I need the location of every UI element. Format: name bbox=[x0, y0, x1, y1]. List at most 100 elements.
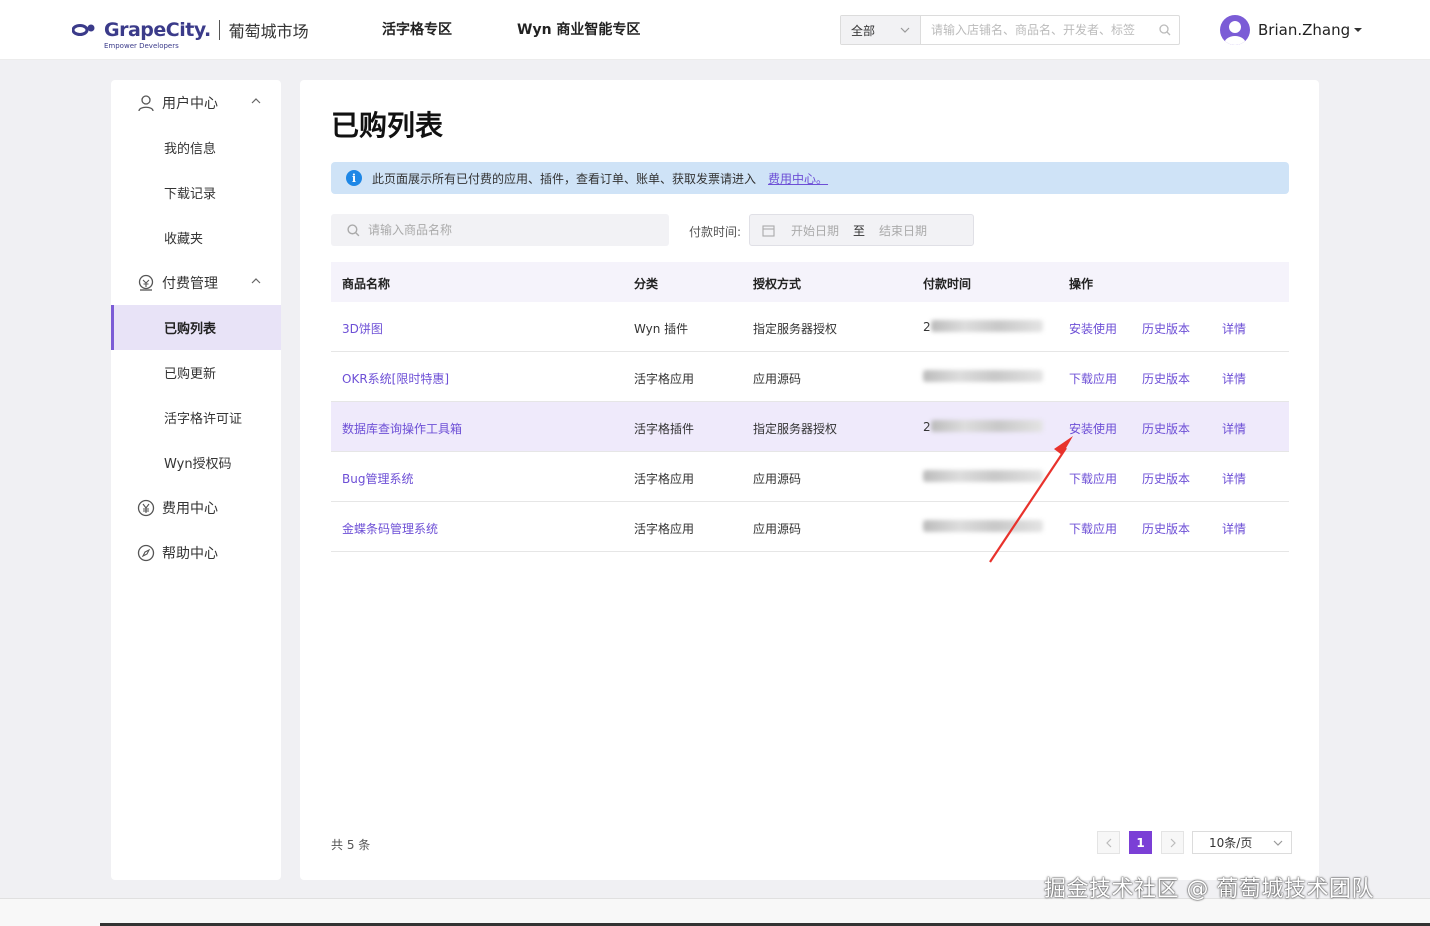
date-label: 付款时间: bbox=[689, 225, 742, 239]
pay-time-blurred bbox=[931, 320, 1043, 332]
market-name: 葡萄城市场 bbox=[228, 22, 309, 41]
sidebar-item-purchased-list[interactable]: 已购列表 bbox=[111, 305, 281, 350]
history-versions-link[interactable]: 历史版本 bbox=[1142, 370, 1190, 387]
sidebar-item-downloads[interactable]: 下载记录 bbox=[111, 170, 281, 215]
billing-center-link[interactable]: 费用中心。 bbox=[768, 170, 828, 187]
download-button[interactable]: 下载应用 bbox=[1069, 470, 1117, 487]
history-versions-link[interactable]: 历史版本 bbox=[1142, 520, 1190, 537]
logo-tagline: Empower Developers bbox=[104, 42, 179, 50]
history-versions-link[interactable]: 历史版本 bbox=[1142, 470, 1190, 487]
category-cell: 活字格应用 bbox=[634, 372, 695, 386]
header-pay-time: 付款时间 bbox=[923, 277, 972, 291]
pay-time-blurred bbox=[923, 470, 1043, 482]
page-size-select[interactable]: 10条/页 bbox=[1192, 831, 1292, 854]
page-button-current[interactable]: 1 bbox=[1129, 831, 1152, 854]
date-start[interactable]: 开始日期 bbox=[791, 222, 839, 239]
license-cell: 指定服务器授权 bbox=[753, 322, 838, 336]
user-icon bbox=[138, 94, 154, 111]
pay-time-prefix: 2 bbox=[923, 420, 931, 434]
product-name-link[interactable]: 数据库查询操作工具箱 bbox=[342, 420, 462, 437]
details-link[interactable]: 详情 bbox=[1222, 520, 1246, 537]
logo-brand: GrapeCity. bbox=[104, 19, 211, 41]
details-link[interactable]: 详情 bbox=[1222, 470, 1246, 487]
global-search-input[interactable] bbox=[921, 16, 1151, 44]
pay-time-blurred bbox=[923, 370, 1043, 382]
sidebar-item-favorites[interactable]: 收藏夹 bbox=[111, 215, 281, 260]
info-text: 此页面展示所有已付费的应用、插件，查看订单、账单、获取发票请进入 bbox=[372, 171, 757, 186]
chevron-right-icon bbox=[1170, 838, 1176, 847]
pagination: 1 10条/页 bbox=[1097, 831, 1292, 854]
nav-huozige[interactable]: 活字格专区 bbox=[382, 19, 452, 39]
sidebar-group-user-center[interactable]: 用户中心 bbox=[111, 80, 281, 125]
chevron-down-icon bbox=[1273, 840, 1283, 846]
purchased-table: 商品名称 分类 授权方式 付款时间 操作 3D饼图 Wyn 插件 指定服务器授权… bbox=[331, 262, 1289, 552]
table-row: 3D饼图 Wyn 插件 指定服务器授权 2 安装使用 历史版本 详情 bbox=[331, 302, 1289, 352]
product-name-link[interactable]: 3D饼图 bbox=[342, 320, 383, 337]
product-name-input[interactable] bbox=[368, 223, 648, 237]
license-cell: 应用源码 bbox=[753, 522, 802, 536]
logo-divider bbox=[218, 20, 220, 40]
history-versions-link[interactable]: 历史版本 bbox=[1142, 320, 1190, 337]
license-cell: 应用源码 bbox=[753, 372, 802, 386]
license-cell: 应用源码 bbox=[753, 472, 802, 486]
table-row: OKR系统[限时特惠] 活字格应用 应用源码 下载应用 历史版本 详情 bbox=[331, 352, 1289, 402]
header-category: 分类 bbox=[634, 277, 659, 291]
sidebar-group-label: 用户中心 bbox=[162, 95, 218, 112]
chevron-down-icon bbox=[900, 27, 910, 33]
install-button[interactable]: 安装使用 bbox=[1069, 420, 1117, 437]
sidebar-group-help[interactable]: 帮助中心 bbox=[111, 530, 281, 575]
date-separator: 至 bbox=[853, 223, 866, 238]
next-page-button[interactable] bbox=[1161, 831, 1184, 854]
table-row: Bug管理系统 活字格应用 应用源码 下载应用 历史版本 详情 bbox=[331, 452, 1289, 502]
sidebar-item-wyn-code[interactable]: Wyn授权码 bbox=[111, 440, 281, 485]
search-icon[interactable] bbox=[1151, 16, 1179, 44]
grapecity-logo-icon bbox=[71, 20, 98, 40]
date-end[interactable]: 结束日期 bbox=[879, 222, 927, 239]
product-name-link[interactable]: OKR系统[限时特惠] bbox=[342, 370, 449, 387]
sidebar: 用户中心 我的信息 下载记录 收藏夹 付费管理 已购列表 已购更新 活字格许可证… bbox=[111, 80, 281, 880]
chevron-up-icon bbox=[251, 278, 261, 284]
info-icon: i bbox=[346, 170, 362, 186]
table-row: 数据库查询操作工具箱 活字格插件 指定服务器授权 2 安装使用 历史版本 详情 bbox=[331, 402, 1289, 452]
details-link[interactable]: 详情 bbox=[1222, 320, 1246, 337]
yen-icon bbox=[137, 499, 155, 516]
nav-wyn[interactable]: Wyn 商业智能专区 bbox=[517, 19, 640, 39]
product-name-link[interactable]: 金蝶条码管理系统 bbox=[342, 520, 438, 537]
category-cell: 活字格插件 bbox=[634, 422, 695, 436]
sidebar-item-purchased-updates[interactable]: 已购更新 bbox=[111, 350, 281, 395]
category-cell: 活字格应用 bbox=[634, 472, 695, 486]
chevron-left-icon bbox=[1105, 838, 1111, 847]
watermark: 掘金技术社区 @ 葡萄城技术团队 bbox=[1044, 877, 1374, 902]
search-icon bbox=[347, 223, 360, 236]
sidebar-item-huozige-license[interactable]: 活字格许可证 bbox=[111, 395, 281, 440]
payment-icon bbox=[138, 274, 154, 291]
prev-page-button[interactable] bbox=[1097, 831, 1120, 854]
download-button[interactable]: 下载应用 bbox=[1069, 370, 1117, 387]
caret-down-icon bbox=[1354, 28, 1363, 32]
search-scope-select[interactable]: 全部 bbox=[841, 16, 921, 44]
user-menu[interactable]: Brian.Zhang bbox=[1220, 15, 1363, 45]
logo[interactable]: GrapeCity. Empower Developers 葡萄城市场 bbox=[71, 12, 309, 50]
pay-time-prefix: 2 bbox=[923, 320, 931, 334]
details-link[interactable]: 详情 bbox=[1222, 370, 1246, 387]
table-header: 商品名称 分类 授权方式 付款时间 操作 bbox=[331, 262, 1289, 302]
sidebar-group-label: 付费管理 bbox=[162, 275, 218, 292]
avatar bbox=[1220, 15, 1250, 45]
history-versions-link[interactable]: 历史版本 bbox=[1142, 420, 1190, 437]
details-link[interactable]: 详情 bbox=[1222, 420, 1246, 437]
sidebar-group-billing[interactable]: 费用中心 bbox=[111, 485, 281, 530]
global-search: 全部 bbox=[840, 15, 1180, 45]
total-count: 共 5 条 bbox=[331, 838, 371, 852]
product-name-link[interactable]: Bug管理系统 bbox=[342, 470, 413, 487]
compass-icon bbox=[137, 544, 155, 561]
header-product: 商品名称 bbox=[342, 277, 391, 291]
sidebar-item-my-info[interactable]: 我的信息 bbox=[111, 125, 281, 170]
calendar-icon bbox=[762, 224, 775, 237]
product-filter bbox=[331, 214, 669, 246]
category-cell: 活字格应用 bbox=[634, 522, 695, 536]
header-actions: 操作 bbox=[1069, 277, 1094, 291]
download-button[interactable]: 下载应用 bbox=[1069, 520, 1117, 537]
install-button[interactable]: 安装使用 bbox=[1069, 320, 1117, 337]
sidebar-group-payment[interactable]: 付费管理 bbox=[111, 260, 281, 305]
date-range-picker[interactable]: 开始日期 至 结束日期 bbox=[749, 214, 974, 246]
